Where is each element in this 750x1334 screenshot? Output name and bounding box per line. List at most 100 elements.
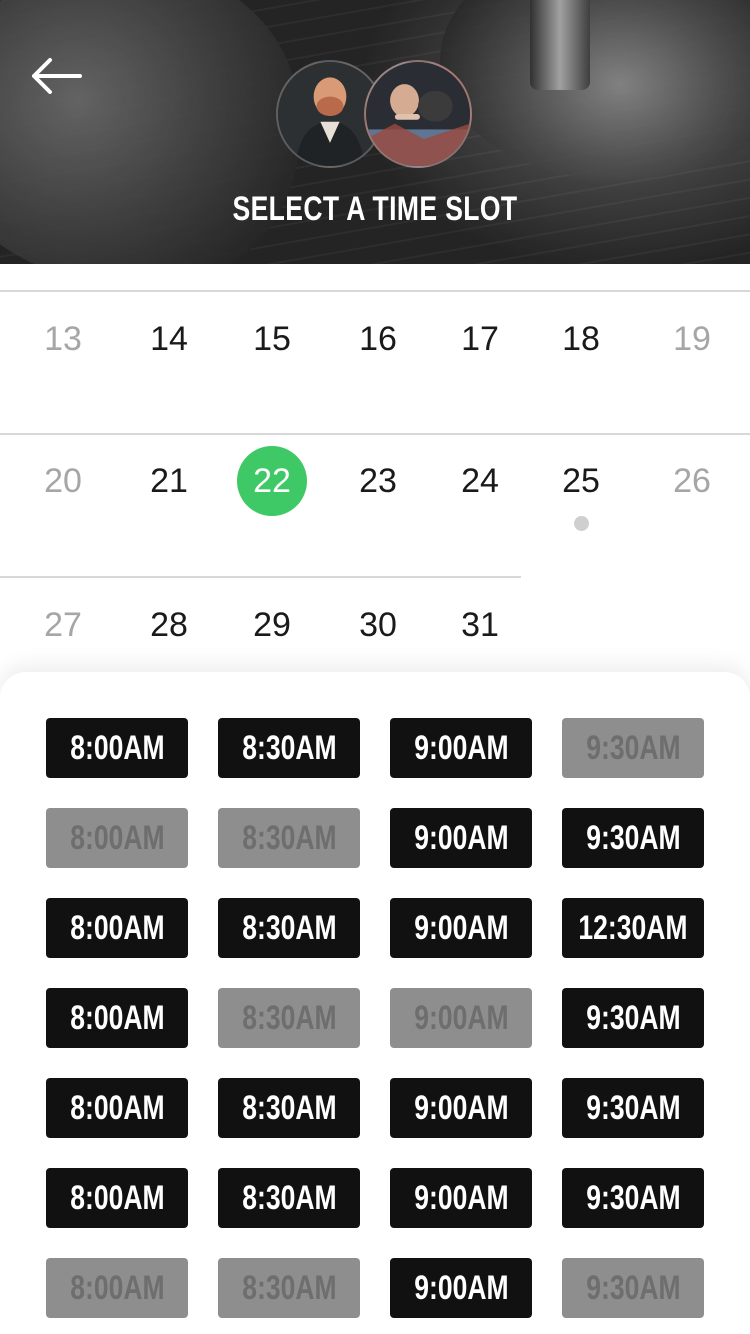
calendar-day[interactable]: 17	[435, 304, 525, 374]
time-slot-label: 8:00AM	[69, 728, 165, 767]
time-slot-button[interactable]: 9:30AM	[562, 808, 704, 868]
calendar-day[interactable]: 25	[536, 446, 626, 516]
calendar-week-divider	[0, 290, 750, 292]
time-slot-button[interactable]: 8:30AM	[218, 1078, 360, 1138]
calendar-day[interactable]: 26	[647, 446, 737, 516]
calendar-day[interactable]: 27	[18, 590, 108, 660]
time-slot-button[interactable]: 8:00AM	[46, 1168, 188, 1228]
time-slot-label: 9:00AM	[413, 1178, 509, 1217]
time-slot-sheet: 8:00AM 8:30AM 9:00AM 9:30AM 8:00AM 8:30AM 9:00…	[0, 672, 750, 1334]
time-slot-button-unavailable: 8:30AM	[218, 808, 360, 868]
calendar-day-selected[interactable]: 22	[227, 446, 317, 516]
time-slot-label: 8:30AM	[241, 908, 337, 947]
time-slot-button-unavailable: 9:30AM	[562, 718, 704, 778]
calendar-day[interactable]: 31	[435, 590, 525, 660]
time-slot-button[interactable]: 8:00AM	[46, 898, 188, 958]
time-slot-label: 8:00AM	[69, 818, 165, 857]
header: SELECT A TIME SLOT	[0, 0, 750, 264]
calendar-day-label: 18	[562, 319, 600, 358]
calendar-day[interactable]: 13	[18, 304, 108, 374]
time-slot-button[interactable]: 9:00AM	[390, 1168, 532, 1228]
calendar-day[interactable]: 16	[333, 304, 423, 374]
time-slot-button[interactable]: 9:00AM	[390, 718, 532, 778]
calendar-day-label: 31	[461, 605, 499, 644]
time-slot-button[interactable]: 9:00AM	[390, 1258, 532, 1318]
calendar-day-label: 24	[461, 461, 499, 500]
time-slot-button[interactable]: 9:30AM	[562, 988, 704, 1048]
time-slot-button[interactable]: 8:00AM	[46, 718, 188, 778]
time-slot-button[interactable]: 9:00AM	[390, 808, 532, 868]
calendar-day[interactable]: 18	[536, 304, 626, 374]
time-slot-label: 9:30AM	[585, 1178, 681, 1217]
time-slot-button[interactable]: 8:30AM	[218, 1168, 360, 1228]
calendar-day[interactable]: 19	[647, 304, 737, 374]
time-slot-button-unavailable: 9:00AM	[390, 988, 532, 1048]
calendar-day-label: 17	[461, 319, 499, 358]
time-slot-label: 9:30AM	[585, 818, 681, 857]
time-slot-label: 9:30AM	[585, 1268, 681, 1307]
time-slot-button[interactable]: 12:30AM	[562, 898, 704, 958]
calendar-day[interactable]: 29	[227, 590, 317, 660]
calendar-day[interactable]: 20	[18, 446, 108, 516]
calendar-day-label: 30	[359, 605, 397, 644]
calendar-day-label: 22	[237, 446, 307, 516]
arrow-left-icon	[32, 58, 82, 94]
calendar-week-divider	[0, 576, 521, 578]
time-slot-button[interactable]: 9:00AM	[390, 1078, 532, 1138]
calendar-day-label: 14	[150, 319, 188, 358]
time-slot-label: 9:00AM	[413, 818, 509, 857]
calendar: 13 14 15 16 17 18 19 20 21 22 23 24 25 26 27 28 29 30 31	[0, 264, 750, 694]
time-slot-label: 9:00AM	[413, 998, 509, 1037]
time-slot-label: 8:00AM	[69, 1268, 165, 1307]
time-slot-label: 8:30AM	[241, 1268, 337, 1307]
calendar-day[interactable]: 30	[333, 590, 423, 660]
time-slot-button[interactable]: 8:30AM	[218, 898, 360, 958]
time-slot-button[interactable]: 9:30AM	[562, 1168, 704, 1228]
time-slot-button[interactable]: 9:00AM	[390, 898, 532, 958]
calendar-day-label: 21	[150, 461, 188, 500]
time-slot-label: 8:00AM	[69, 998, 165, 1037]
time-slot-label: 9:30AM	[585, 1088, 681, 1127]
time-slot-button[interactable]: 8:00AM	[46, 1078, 188, 1138]
calendar-day-label: 28	[150, 605, 188, 644]
calendar-day[interactable]: 15	[227, 304, 317, 374]
calendar-day-label: 20	[44, 461, 82, 500]
time-slot-button-unavailable: 8:30AM	[218, 988, 360, 1048]
calendar-week-divider	[0, 433, 750, 435]
calendar-day-label: 27	[44, 605, 82, 644]
back-button[interactable]	[24, 52, 88, 100]
calendar-day[interactable]: 21	[124, 446, 214, 516]
time-slot-button[interactable]: 8:00AM	[46, 988, 188, 1048]
time-slot-button-unavailable: 9:30AM	[562, 1258, 704, 1318]
time-slot-label: 8:00AM	[69, 1178, 165, 1217]
calendar-day-label: 15	[253, 319, 291, 358]
calendar-day-label: 13	[44, 319, 82, 358]
time-slot-label: 9:00AM	[413, 728, 509, 767]
time-slot-label: 12:30AM	[578, 908, 688, 947]
time-slot-button-unavailable: 8:30AM	[218, 1258, 360, 1318]
calendar-day-label: 25	[562, 461, 600, 500]
time-slot-button[interactable]: 9:30AM	[562, 1078, 704, 1138]
calendar-day[interactable]: 14	[124, 304, 214, 374]
time-slot-button[interactable]: 8:30AM	[218, 718, 360, 778]
calendar-day-label: 23	[359, 461, 397, 500]
time-slot-label: 8:00AM	[69, 1088, 165, 1127]
time-slot-label: 8:00AM	[69, 908, 165, 947]
barber-action-avatar	[364, 60, 472, 168]
time-slot-label: 9:00AM	[413, 1268, 509, 1307]
calendar-day[interactable]: 24	[435, 446, 525, 516]
time-slot-label: 8:30AM	[241, 1178, 337, 1217]
time-slot-label: 8:30AM	[241, 1088, 337, 1127]
calendar-day-label: 26	[673, 461, 711, 500]
time-slot-label: 9:30AM	[585, 998, 681, 1037]
calendar-day-label: 16	[359, 319, 397, 358]
calendar-day-label: 19	[673, 319, 711, 358]
time-slot-label: 8:30AM	[241, 818, 337, 857]
time-slot-button-unavailable: 8:00AM	[46, 1258, 188, 1318]
page-title: SELECT A TIME SLOT	[232, 190, 518, 228]
event-indicator-dot	[574, 516, 589, 531]
time-slot-label: 9:30AM	[585, 728, 681, 767]
calendar-day[interactable]: 23	[333, 446, 423, 516]
time-slot-label: 9:00AM	[413, 1088, 509, 1127]
calendar-day[interactable]: 28	[124, 590, 214, 660]
